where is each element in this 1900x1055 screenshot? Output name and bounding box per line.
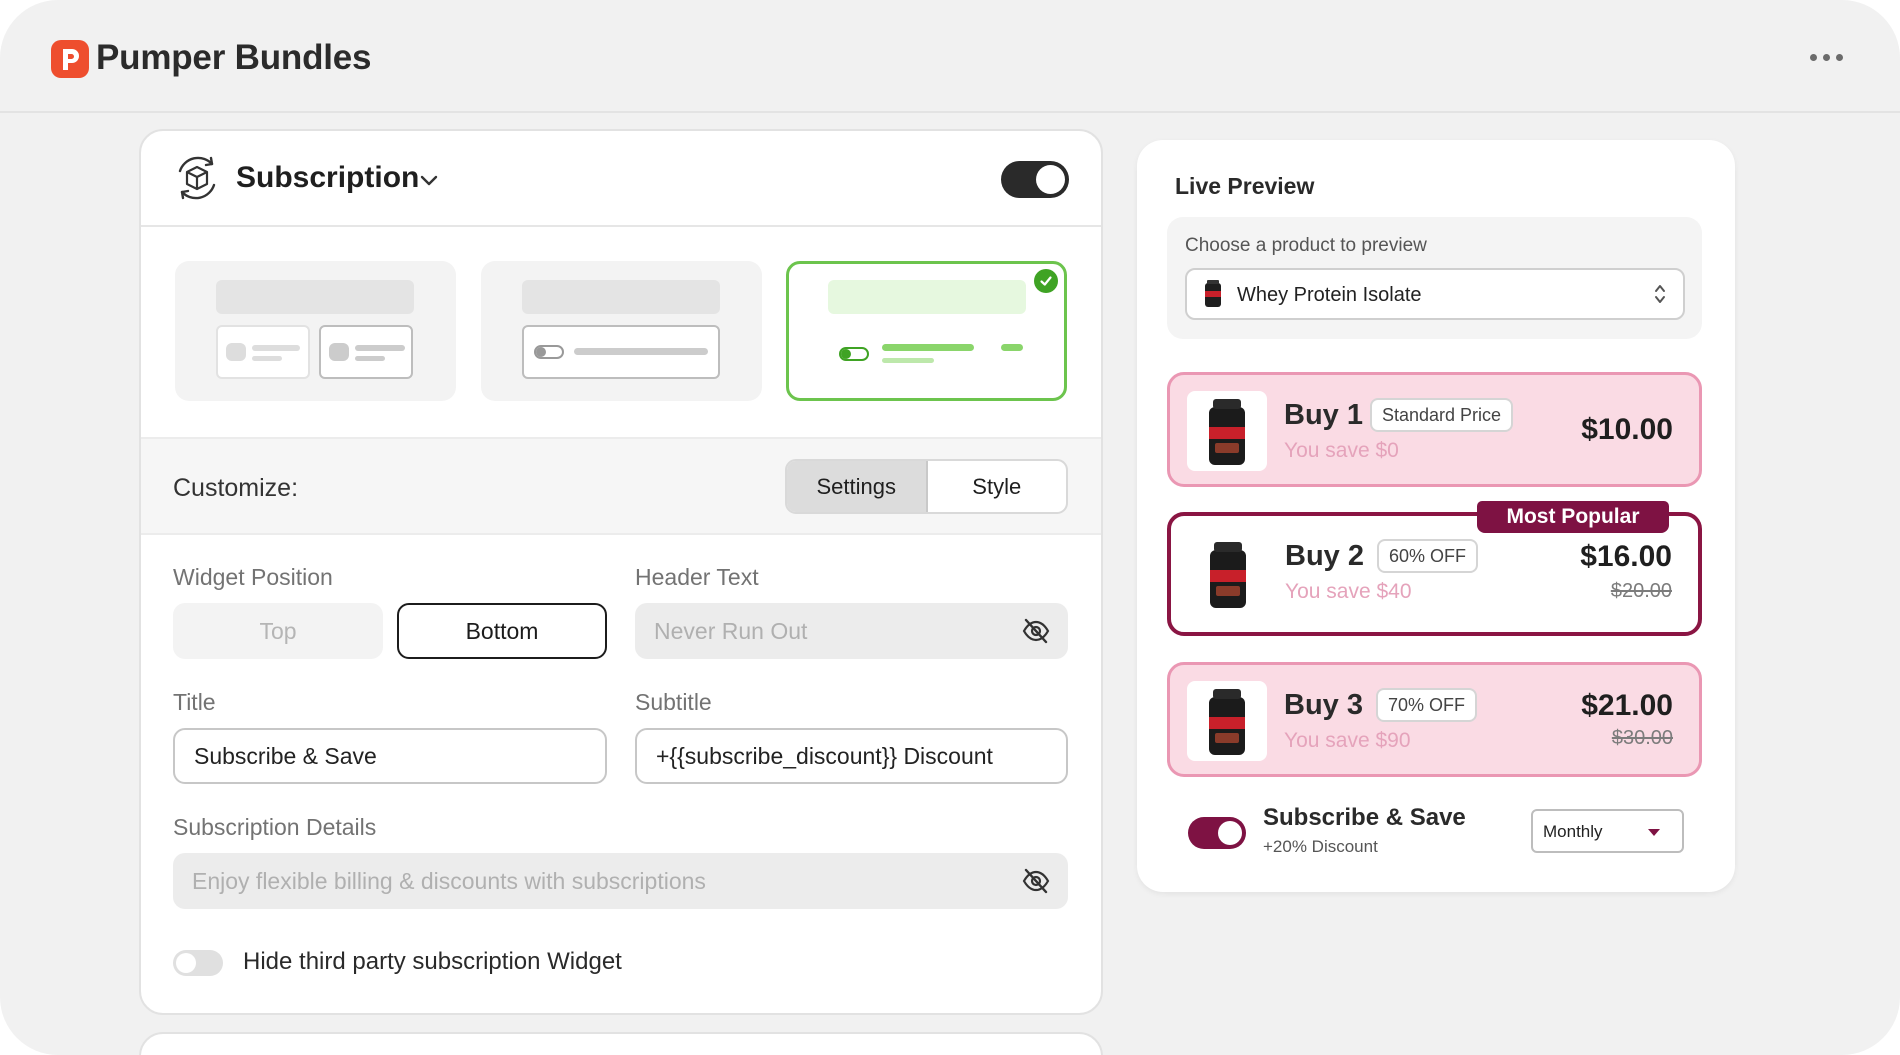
customize-bar: Customize: Settings Style (141, 439, 1101, 535)
panel-header: Subscription (141, 131, 1101, 227)
offer-product-image (1187, 681, 1267, 761)
product-chooser: Choose a product to preview Whey Protein… (1167, 217, 1702, 339)
logo-icon (51, 40, 89, 78)
live-preview-title: Live Preview (1175, 173, 1315, 199)
widget-enable-toggle[interactable] (1001, 161, 1069, 198)
app-window: Pumper Bundles Subscription Customize: S… (0, 0, 1900, 1055)
offer-savings: You save $90 (1284, 729, 1411, 752)
top-bar: Pumper Bundles (0, 0, 1900, 113)
widget-position-label: Widget Position (173, 564, 333, 590)
offer-savings: You save $40 (1285, 580, 1412, 603)
offer-price: $10.00 (1581, 413, 1673, 446)
offer-price: $21.00 (1581, 689, 1673, 722)
chevron-down-icon[interactable] (419, 170, 439, 190)
position-bottom-option[interactable]: Bottom (397, 603, 607, 659)
offer-label: Buy 1 (1284, 399, 1363, 431)
subscription-details-value: Enjoy flexible billing & discounts with … (192, 867, 706, 894)
title-label: Title (173, 689, 216, 715)
hide-third-party-label: Hide third party subscription Widget (243, 948, 622, 975)
title-field[interactable]: Subscribe & Save (173, 728, 607, 784)
offer-tag: 60% OFF (1377, 539, 1479, 573)
offer-savings: You save $0 (1284, 439, 1399, 462)
layout-options (141, 227, 1101, 439)
product-select-value: Whey Protein Isolate (1237, 284, 1422, 306)
subscription-details-label: Subscription Details (173, 814, 377, 840)
eye-off-icon[interactable] (1022, 868, 1050, 894)
offer-tag: Standard Price (1370, 398, 1514, 432)
offer-tag: 70% OFF (1376, 688, 1478, 722)
layout-option-cards[interactable] (175, 261, 456, 401)
layout-option-toggle-row[interactable] (481, 261, 762, 401)
check-icon (1034, 269, 1058, 293)
subscription-details-field[interactable]: Enjoy flexible billing & discounts with … (173, 853, 1068, 909)
subtitle-label: Subtitle (635, 689, 712, 715)
offer-product-image (1187, 391, 1267, 471)
layout-option-selected[interactable] (786, 261, 1067, 401)
product-thumbnail (1205, 280, 1221, 307)
product-chooser-label: Choose a product to preview (1185, 235, 1427, 256)
eye-off-icon[interactable] (1022, 618, 1050, 644)
offer-label: Buy 2 (1285, 540, 1364, 572)
subscribe-subtitle: +20% Discount (1263, 837, 1378, 856)
header-text-label: Header Text (635, 564, 759, 590)
customize-label: Customize: (173, 474, 299, 502)
tab-style[interactable]: Style (928, 461, 1067, 512)
offer-price: $16.00 (1580, 540, 1672, 573)
tab-settings[interactable]: Settings (787, 461, 928, 512)
hide-third-party-toggle[interactable] (173, 950, 223, 976)
subtitle-field[interactable]: +{{subscribe_discount}} Discount (635, 728, 1068, 784)
customize-tabs: Settings Style (785, 459, 1068, 514)
most-popular-badge: Most Popular (1477, 501, 1669, 533)
more-icon[interactable] (1810, 54, 1843, 61)
app-title: Pumper Bundles (96, 38, 372, 77)
header-text-field[interactable]: Never Run Out (635, 603, 1068, 659)
subscription-icon (178, 156, 216, 200)
widget-title[interactable]: Subscription (236, 161, 419, 195)
settings-panel: Subscription Customize: Settings Style W… (139, 129, 1103, 1015)
offer-label: Buy 3 (1284, 689, 1363, 721)
offer-buy-3[interactable]: Buy 3 70% OFF You save $90 $21.00 $30.00 (1167, 662, 1702, 777)
subscribe-title: Subscribe & Save (1263, 804, 1466, 831)
caret-down-icon (1648, 829, 1660, 836)
up-down-icon (1655, 285, 1665, 303)
offer-product-image (1188, 534, 1268, 614)
header-text-value: Never Run Out (654, 617, 808, 644)
offer-buy-1[interactable]: Buy 1 Standard Price You save $0 $10.00 (1167, 372, 1702, 487)
subscribe-toggle[interactable] (1188, 817, 1246, 849)
product-select[interactable]: Whey Protein Isolate (1185, 268, 1685, 320)
frequency-value: Monthly (1543, 822, 1603, 841)
offer-old-price: $30.00 (1611, 727, 1673, 749)
next-panel (139, 1032, 1103, 1055)
offer-old-price: $20.00 (1610, 580, 1672, 602)
frequency-select[interactable]: Monthly (1531, 809, 1684, 853)
position-top-option[interactable]: Top (173, 603, 383, 659)
